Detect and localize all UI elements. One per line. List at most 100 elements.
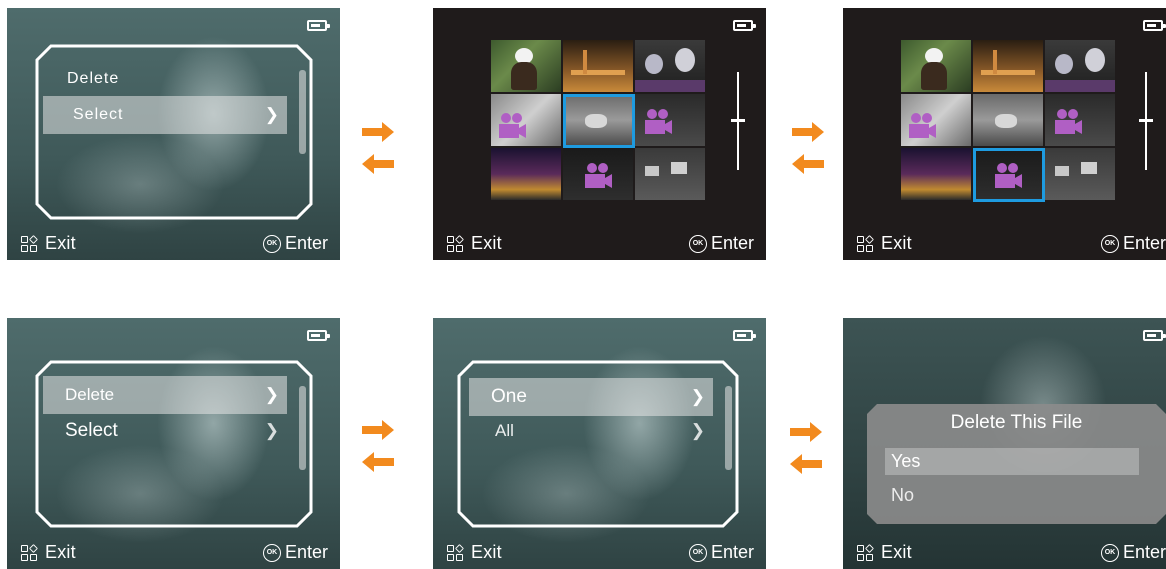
battery-icon — [1143, 20, 1166, 31]
menu-grid-icon — [857, 543, 874, 561]
dialog-title: Delete This File — [950, 412, 1083, 433]
video-camera-icon — [585, 163, 612, 188]
exit-hint[interactable]: Exit — [447, 233, 502, 254]
chevron-right-icon: ❯ — [264, 385, 279, 404]
menu-item-delete[interactable]: Delete ❯ — [43, 376, 287, 414]
exit-label: Exit — [881, 542, 912, 562]
option-yes[interactable]: Yes — [885, 448, 1139, 475]
option-label: No — [891, 485, 915, 505]
thumbnail-deck[interactable] — [563, 40, 633, 92]
thumbnail-eagle[interactable] — [491, 40, 561, 92]
chevron-right-icon: ❯ — [264, 421, 279, 440]
thumbnail-tiger[interactable] — [491, 94, 561, 146]
ok-button-icon: OK — [262, 234, 281, 253]
transition-arrows-icon — [362, 420, 394, 472]
menu-grid-icon — [21, 234, 38, 252]
enter-label: Enter — [710, 542, 754, 562]
selection-highlight — [973, 148, 1045, 202]
exit-hint[interactable]: Exit — [21, 233, 76, 254]
exit-hint[interactable]: Exit — [857, 542, 912, 563]
thumbnail-animal-night[interactable] — [1045, 94, 1115, 146]
screen-delete-confirm: Delete This File Yes No Exit OK Enter — [843, 318, 1166, 569]
video-camera-icon — [909, 113, 936, 138]
thumbnail-eagle[interactable] — [901, 40, 971, 92]
exit-hint[interactable]: Exit — [857, 233, 912, 254]
enter-hint[interactable]: OK Enter — [688, 542, 754, 563]
chevron-right-icon: ❯ — [690, 387, 705, 406]
exit-label: Exit — [45, 233, 76, 253]
menu-item-label: All — [495, 421, 514, 440]
enter-hint[interactable]: OK Enter — [262, 542, 328, 563]
scrollbar[interactable] — [299, 386, 306, 470]
ok-button-icon: OK — [688, 543, 707, 562]
thumbnail-deer-herd[interactable] — [1045, 148, 1115, 200]
menu-grid-icon — [447, 234, 464, 252]
menu-item-label: One — [491, 386, 527, 407]
exit-hint[interactable]: Exit — [21, 542, 76, 563]
menu-frame — [35, 44, 313, 220]
option-label: Yes — [891, 451, 921, 471]
video-camera-icon — [645, 109, 672, 134]
exit-label: Exit — [471, 542, 502, 562]
ok-button-icon: OK — [262, 543, 281, 562]
battery-icon — [733, 20, 756, 31]
enter-hint[interactable]: OK Enter — [1100, 233, 1166, 254]
menu-item-label: Select — [65, 420, 118, 441]
menu-item-one[interactable]: One ❯ — [469, 378, 713, 416]
video-camera-icon — [1055, 109, 1082, 134]
menu-grid-icon — [21, 543, 38, 561]
menu-item-label: Delete — [65, 385, 115, 404]
enter-label: Enter — [1122, 542, 1166, 562]
thumbnail-animal-night[interactable] — [635, 94, 705, 146]
thumbnail-city-night[interactable] — [491, 148, 561, 200]
option-no[interactable]: No — [885, 482, 1139, 509]
screen-menu-one-all: One ❯ All ❯ Exit OK Enter — [433, 318, 766, 569]
screen-thumbnail-grid: Exit OK Enter — [433, 8, 766, 260]
thumbnail-city-night[interactable] — [901, 148, 971, 200]
battery-icon — [1143, 330, 1166, 341]
screen-thumbnail-grid-2: Exit OK Enter — [843, 8, 1166, 260]
menu-item-delete[interactable]: Delete — [43, 60, 287, 98]
transition-arrows-icon — [790, 422, 822, 474]
screen-menu-delete: Delete ❯ Select ❯ Exit OK Enter — [7, 318, 340, 569]
menu-grid-icon — [447, 543, 464, 561]
enter-label: Enter — [710, 233, 754, 253]
menu-item-select[interactable]: Select ❯ — [43, 96, 287, 134]
ok-button-icon: OK — [688, 234, 707, 253]
video-camera-icon — [499, 113, 526, 138]
scrollbar[interactable] — [299, 70, 306, 154]
transition-arrows-icon — [792, 122, 824, 174]
enter-label: Enter — [284, 233, 328, 253]
thumbnail-dark-scene[interactable] — [563, 148, 633, 200]
enter-label: Enter — [284, 542, 328, 562]
enter-hint[interactable]: OK Enter — [688, 233, 754, 254]
menu-item-label: Select — [73, 106, 124, 123]
transition-arrows-icon — [362, 122, 394, 174]
thumbnail-tiger[interactable] — [901, 94, 971, 146]
ok-button-icon: OK — [1100, 234, 1119, 253]
menu-item-select[interactable]: Select ❯ — [43, 412, 287, 450]
thumbnail-deer-night[interactable] — [973, 94, 1043, 146]
enter-hint[interactable]: OK Enter — [262, 233, 328, 254]
confirm-dialog: Delete This File Yes No — [867, 404, 1166, 524]
menu-item-all[interactable]: All ❯ — [469, 412, 713, 450]
thumbnail-deck[interactable] — [973, 40, 1043, 92]
thumbnail-deer-herd[interactable] — [635, 148, 705, 200]
selection-highlight — [563, 94, 635, 148]
chevron-right-icon: ❯ — [264, 105, 279, 124]
enter-hint[interactable]: OK Enter — [1100, 542, 1166, 563]
menu-item-label: Delete — [67, 70, 120, 87]
zoom-slider-knob[interactable] — [731, 119, 745, 122]
enter-label: Enter — [1122, 233, 1166, 253]
menu-grid-icon — [857, 234, 874, 252]
thumbnail-raccoons[interactable] — [1045, 40, 1115, 92]
exit-hint[interactable]: Exit — [447, 542, 502, 563]
thumbnail-raccoons[interactable] — [635, 40, 705, 92]
zoom-slider-knob[interactable] — [1139, 119, 1153, 122]
exit-label: Exit — [45, 542, 76, 562]
exit-label: Exit — [881, 233, 912, 253]
scrollbar[interactable] — [725, 386, 732, 470]
screen-menu-select: Delete Select ❯ Exit OK Enter — [7, 8, 340, 260]
ok-button-icon: OK — [1100, 543, 1119, 562]
chevron-right-icon: ❯ — [690, 421, 705, 440]
